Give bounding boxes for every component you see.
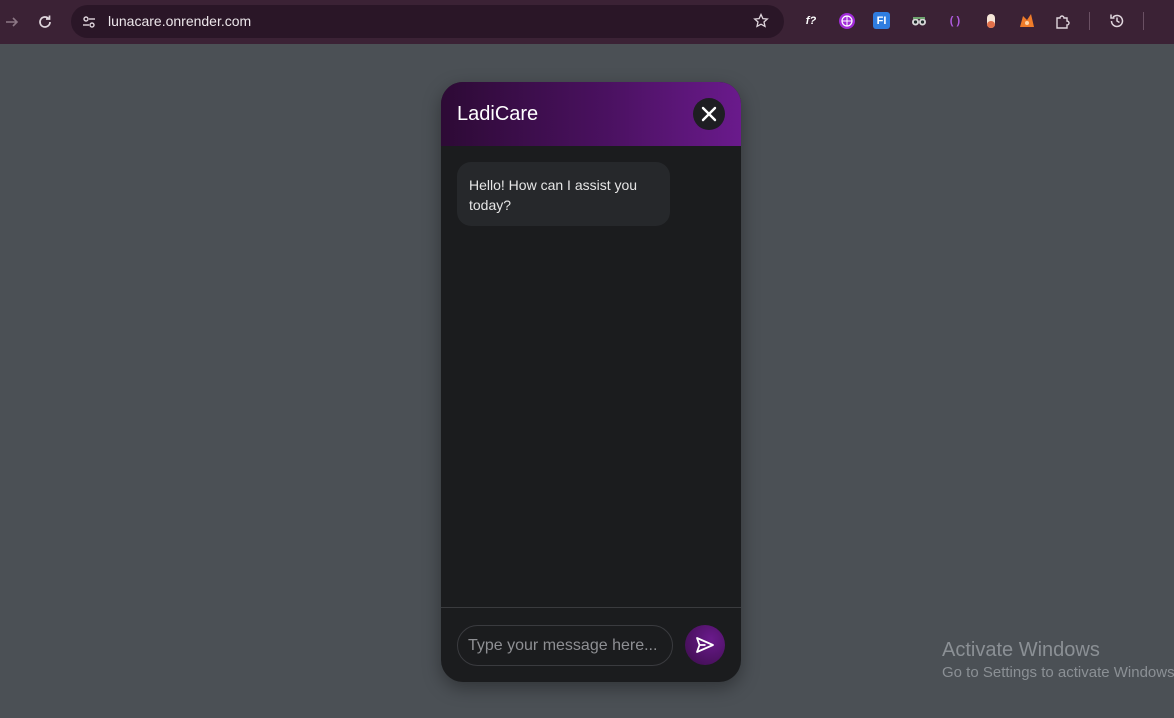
forward-icon[interactable] <box>0 10 24 34</box>
chat-window: LadiCare Hello! How can I assist you tod… <box>441 82 741 682</box>
formula-ext-icon[interactable]: f? <box>801 11 821 31</box>
address-bar[interactable]: lunacare.onrender.com <box>71 5 784 38</box>
watermark-subtitle: Go to Settings to activate Windows. <box>942 664 1174 681</box>
reload-icon[interactable] <box>33 10 57 34</box>
extensions-puzzle-icon[interactable] <box>1053 11 1073 31</box>
url-text[interactable]: lunacare.onrender.com <box>108 13 251 29</box>
fox-ext-icon[interactable] <box>1017 11 1037 31</box>
activate-windows-watermark: Activate Windows Go to Settings to activ… <box>942 638 1174 684</box>
history-icon[interactable] <box>1107 11 1127 31</box>
fi-ext-icon[interactable]: FI <box>873 12 890 29</box>
brackets-ext-icon[interactable]: ( ) <box>945 11 965 31</box>
close-icon <box>701 106 717 122</box>
send-icon <box>696 637 714 653</box>
spy-ext-icon[interactable] <box>909 11 929 31</box>
browser-toolbar: lunacare.onrender.com f? FI ( ) <box>0 0 1174 44</box>
message-input[interactable] <box>457 625 673 666</box>
close-chat-button[interactable] <box>693 98 725 130</box>
chat-header: LadiCare <box>441 82 741 146</box>
watermark-title: Activate Windows <box>942 639 1100 661</box>
toolbar-divider <box>1089 12 1090 30</box>
site-settings-icon[interactable] <box>80 13 98 31</box>
bookmark-star-icon[interactable] <box>752 12 770 30</box>
message-list: Hello! How can I assist you today? <box>441 146 741 607</box>
send-button[interactable] <box>685 625 725 665</box>
toolbar-divider <box>1143 12 1144 30</box>
chat-title: LadiCare <box>457 103 539 125</box>
pill-ext-icon[interactable] <box>981 11 1001 31</box>
bot-message-bubble: Hello! How can I assist you today? <box>457 162 670 226</box>
globe-ext-icon[interactable] <box>837 11 857 31</box>
message-composer <box>441 607 741 682</box>
